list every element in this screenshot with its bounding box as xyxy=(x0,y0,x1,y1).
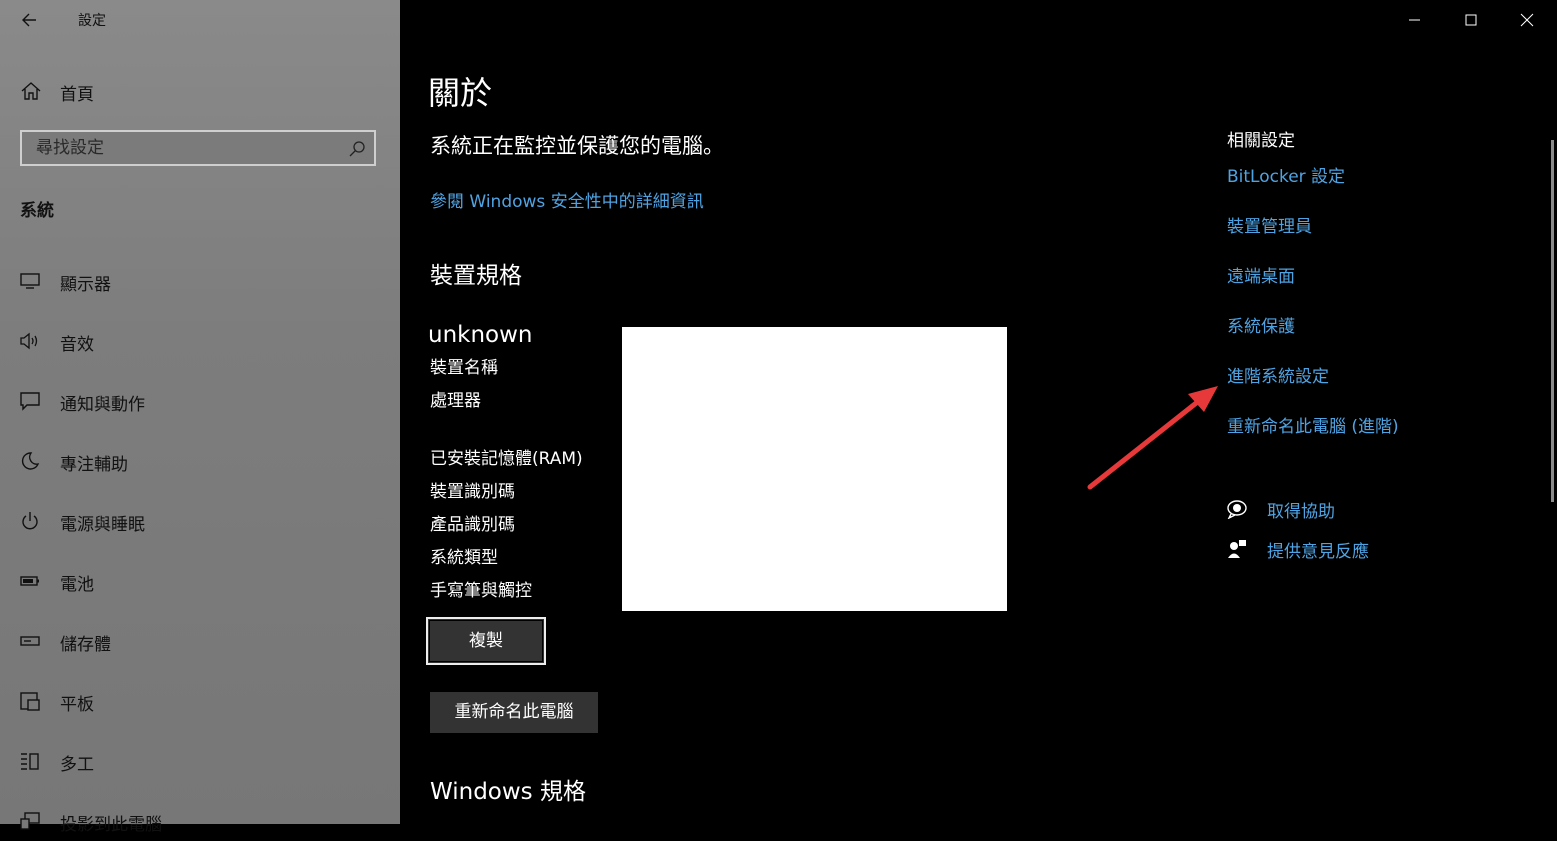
sidebar-item-power[interactable]: 電源與睡眠 xyxy=(0,501,400,541)
spec-label: 已安裝記憶體(RAM) xyxy=(430,449,583,469)
sidebar-item-multitasking[interactable]: 多工 xyxy=(0,741,400,781)
sidebar-item-label: 投影到此電腦 xyxy=(60,815,162,835)
spec-label: 手寫筆與觸控 xyxy=(430,581,532,601)
search-icon[interactable] xyxy=(348,140,366,158)
device-name-value: unknown xyxy=(428,322,533,348)
minimize-icon xyxy=(1409,19,1420,21)
title-bar: 設定 xyxy=(0,0,400,40)
feedback-label[interactable]: 提供意見反應 xyxy=(1267,537,1369,562)
sidebar-item-battery[interactable]: 電池 xyxy=(0,561,400,601)
search-box[interactable] xyxy=(20,130,376,166)
home-icon xyxy=(21,82,41,100)
sidebar-item-home[interactable]: 首頁 xyxy=(0,72,400,110)
help-chat-icon xyxy=(1227,500,1247,519)
sound-icon xyxy=(20,332,38,350)
sidebar-item-label: 多工 xyxy=(60,755,94,775)
redacted-specs-area xyxy=(622,327,1007,611)
get-help-label[interactable]: 取得協助 xyxy=(1267,497,1335,522)
storage-icon xyxy=(20,636,40,646)
sidebar-item-label: 儲存體 xyxy=(60,635,111,655)
sidebar-item-display[interactable]: 顯示器 xyxy=(0,261,400,301)
tablet-icon xyxy=(20,692,40,711)
page-title: 關於 xyxy=(428,74,493,112)
related-settings-heading: 相關設定 xyxy=(1227,131,1295,151)
security-details-link[interactable]: 參閱 Windows 安全性中的詳細資訊 xyxy=(430,187,704,212)
copy-button[interactable]: 複製 xyxy=(426,617,546,665)
minimize-button[interactable] xyxy=(1387,0,1443,40)
sidebar-item-tablet[interactable]: 平板 xyxy=(0,681,400,721)
feedback-icon xyxy=(1228,540,1246,558)
display-icon xyxy=(20,273,40,289)
sidebar-item-label: 首頁 xyxy=(60,85,94,105)
bitlocker-settings-link[interactable]: BitLocker 設定 xyxy=(1227,162,1345,187)
sidebar-item-notifications[interactable]: 通知與動作 xyxy=(0,381,400,421)
sidebar: 設定 首頁 系統 顯示器 音效 通知與動作 xyxy=(0,0,400,835)
rename-pc-advanced-link[interactable]: 重新命名此電腦 (進階) xyxy=(1227,412,1399,437)
notification-icon xyxy=(20,392,40,411)
sidebar-item-label: 電源與睡眠 xyxy=(60,515,145,535)
maximize-button[interactable] xyxy=(1443,0,1499,40)
spec-label: 裝置名稱 xyxy=(430,358,498,378)
sidebar-item-label: 通知與動作 xyxy=(60,395,145,415)
search-input[interactable] xyxy=(22,132,370,164)
close-button[interactable] xyxy=(1499,0,1555,40)
scrollbar[interactable] xyxy=(1551,140,1554,502)
rename-pc-button[interactable]: 重新命名此電腦 xyxy=(430,692,598,733)
sidebar-item-sound[interactable]: 音效 xyxy=(0,321,400,361)
power-icon xyxy=(22,512,38,530)
status-text: 系統正在監控並保護您的電腦。 xyxy=(430,134,724,158)
spec-label: 裝置識別碼 xyxy=(430,482,515,502)
advanced-system-settings-link[interactable]: 進階系統設定 xyxy=(1227,362,1329,387)
maximize-icon xyxy=(1465,14,1477,26)
section-label: 系統 xyxy=(20,201,54,221)
spec-label: 處理器 xyxy=(430,391,481,411)
device-specs-heading: 裝置規格 xyxy=(430,263,522,289)
spec-label: 系統類型 xyxy=(430,548,498,568)
sidebar-item-label: 專注輔助 xyxy=(60,455,128,475)
back-arrow-icon xyxy=(22,13,36,27)
system-protection-link[interactable]: 系統保護 xyxy=(1227,312,1295,337)
sidebar-item-label: 音效 xyxy=(60,335,94,355)
remote-desktop-link[interactable]: 遠端桌面 xyxy=(1227,262,1295,287)
sidebar-item-storage[interactable]: 儲存體 xyxy=(0,621,400,661)
spec-label: 產品識別碼 xyxy=(430,515,515,535)
windows-specs-heading: Windows 規格 xyxy=(430,779,586,805)
sidebar-item-label: 顯示器 xyxy=(60,275,111,295)
multitask-icon xyxy=(21,753,39,770)
close-icon xyxy=(1520,13,1534,27)
back-button[interactable] xyxy=(14,6,46,34)
battery-icon xyxy=(20,576,39,586)
main-content: 關於 系統正在監控並保護您的電腦。 參閱 Windows 安全性中的詳細資訊 裝… xyxy=(400,0,1557,824)
app-title: 設定 xyxy=(78,13,106,29)
sidebar-item-label: 電池 xyxy=(60,575,94,595)
sidebar-item-label: 平板 xyxy=(60,695,94,715)
moon-icon xyxy=(21,452,40,470)
project-icon xyxy=(20,812,40,830)
sidebar-item-focus-assist[interactable]: 專注輔助 xyxy=(0,441,400,481)
device-manager-link[interactable]: 裝置管理員 xyxy=(1227,212,1312,237)
sidebar-item-project[interactable]: 投影到此電腦 xyxy=(0,801,400,841)
